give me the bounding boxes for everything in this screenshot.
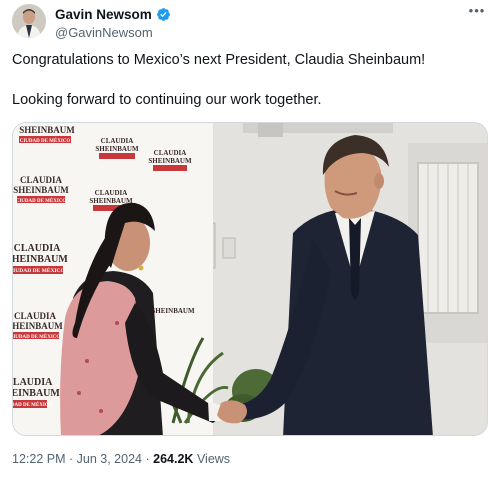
svg-text:SHEINBAUM: SHEINBAUM [13,185,69,195]
svg-text:CLAUDIA: CLAUDIA [154,149,187,157]
svg-text:CIUDAD DE MÉXICO: CIUDAD DE MÉXICO [13,402,52,408]
tweet-date: Jun 3, 2024 [76,452,142,466]
tweet-time: 12:22 PM [12,452,66,466]
backdrop-logo: CLAUDIA SHEINBAUM [95,137,139,159]
verified-badge-icon [156,7,171,22]
svg-text:SHEINBAUM: SHEINBAUM [95,145,139,153]
views-count[interactable]: 264.2K [153,452,193,466]
author-name-row: Gavin Newsom [55,7,171,22]
tweet-text: Congratulations to Mexico’s next Preside… [12,50,488,110]
author-handle[interactable]: @GavinNewsom [55,25,153,40]
author-display-name[interactable]: Gavin Newsom [55,7,152,22]
backdrop-logo: SHEINBAUM CIUDAD DE MÉXICO [19,125,75,144]
tweet-photo[interactable]: SHEINBAUM CIUDAD DE MÉXICO CLAUDIA SHEIN… [12,122,488,436]
svg-text:SHEINBAUM: SHEINBAUM [148,157,192,165]
svg-text:CLAUDIA: CLAUDIA [20,175,63,185]
svg-text:CLAUDIA: CLAUDIA [14,243,61,254]
tweet-text-line-1: Congratulations to Mexico’s next Preside… [12,52,426,68]
views-label: Views [196,452,231,466]
svg-text:CLAUDIA: CLAUDIA [14,311,57,321]
svg-text:CIUDAD DE MÉXICO: CIUDAD DE MÉXICO [16,198,67,204]
svg-text:CIUDAD DE MÉXICO: CIUDAD DE MÉXICO [13,334,60,340]
svg-text:CIUDAD DE MÉXICO: CIUDAD DE MÉXICO [20,138,71,144]
svg-text:SHEINBAUM: SHEINBAUM [13,388,60,399]
backdrop-logo: CLAUDIA SHEINBAUM CIUDAD DE MÉXICO [13,243,68,274]
tweet-meta: 12:22 PM · Jun 3, 2024 · 264.2K Views [12,452,230,466]
svg-text:CLAUDIA: CLAUDIA [13,377,53,388]
tweet-timestamp[interactable]: 12:22 PM · Jun 3, 2024 [12,452,142,466]
tweet-text-line-2: Looking forward to continuing our work t… [12,92,322,108]
svg-text:CLAUDIA: CLAUDIA [101,137,134,145]
svg-text:CIUDAD DE MÉXICO: CIUDAD DE MÉXICO [13,266,66,274]
svg-text:CLAUDIA: CLAUDIA [95,189,128,197]
svg-text:SHEINBAUM: SHEINBAUM [19,125,75,135]
backdrop-logo: CLAUDIA SHEINBAUM CIUDAD DE MÉXICO [13,175,69,204]
more-horizontal-icon[interactable]: ••• [466,4,488,20]
backdrop-logo: CLAUDIA SHEINBAUM [148,149,192,171]
svg-text:SHEINBAUM: SHEINBAUM [13,321,63,331]
backdrop-logo: CLAUDIA SHEINBAUM CIUDAD DE MÉXICO [13,311,63,340]
avatar[interactable] [12,4,46,38]
backdrop-logo: SHEINBAUM [151,307,195,315]
svg-text:SHEINBAUM: SHEINBAUM [151,307,195,315]
svg-text:SHEINBAUM: SHEINBAUM [13,254,68,265]
meta-separator: · [69,452,74,466]
profile-photo-icon [12,4,46,38]
tweet-header: Gavin Newsom @GavinNewsom ••• [12,4,488,46]
handshake-photo: SHEINBAUM CIUDAD DE MÉXICO CLAUDIA SHEIN… [13,123,487,435]
meta-separator: · [145,452,150,466]
